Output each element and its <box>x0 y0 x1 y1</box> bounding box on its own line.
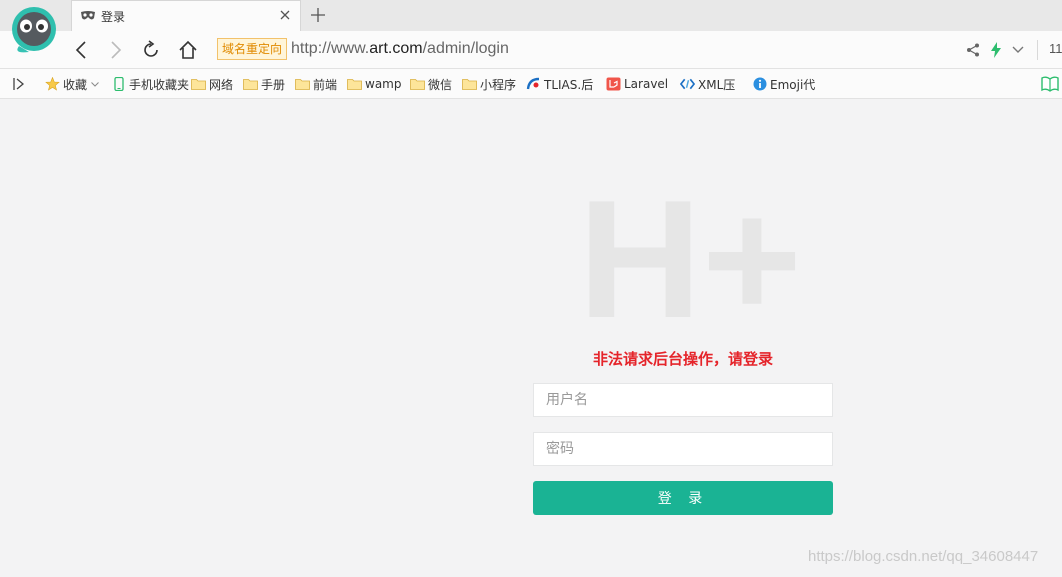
folder-icon <box>243 77 258 91</box>
watermark-text: https://blog.csdn.net/qq_34608447 <box>808 548 1039 565</box>
bookmark-mobile[interactable]: 手机收藏夹 <box>111 75 189 93</box>
new-tab-button[interactable] <box>308 5 328 25</box>
error-message: 非法请求后台操作，请登录 <box>592 350 773 368</box>
star-icon <box>45 77 60 91</box>
folder-icon <box>462 77 477 91</box>
username-input[interactable] <box>533 383 833 417</box>
close-icon[interactable] <box>278 8 292 22</box>
bookmark-xml[interactable]: XML压 <box>680 75 735 93</box>
login-button[interactable]: 登 录 <box>533 481 833 515</box>
bookmark-folder-manual[interactable]: 手册 <box>243 75 285 93</box>
page-content: H+ 非法请求后台操作，请登录 登 录 https://blog.csdn.ne… <box>0 99 1062 577</box>
logo-text: H+ <box>578 197 802 319</box>
folder-icon <box>295 77 310 91</box>
bookmark-folder-wechat[interactable]: 微信 <box>410 75 452 93</box>
info-icon <box>752 77 767 91</box>
mask-icon <box>80 9 96 23</box>
url-host: art.com <box>369 40 423 57</box>
tab-login[interactable]: 登录 <box>71 0 301 31</box>
sidebar-toggle-icon[interactable] <box>12 77 26 91</box>
hplus-logo: H+ <box>578 197 802 319</box>
folder-icon <box>410 77 425 91</box>
phone-icon <box>111 77 126 91</box>
url-prefix: http://www. <box>291 40 370 57</box>
folder-icon <box>347 77 362 91</box>
bookmark-favorites[interactable]: 收藏 <box>45 75 99 93</box>
bookmark-emoji[interactable]: Emoji代 <box>752 75 815 93</box>
navigation-bar: 域名重定向 http://www.art.com/admin/login 11 <box>0 31 1062 69</box>
tab-title: 登录 <box>101 9 126 24</box>
code-icon <box>680 77 695 91</box>
tlias-icon <box>526 77 541 91</box>
bookmarks-bar: 收藏 手机收藏夹 网络 手册 前端 wamp 微信 小程序 TLIAS.后 La… <box>0 69 1062 99</box>
bookmark-laravel[interactable]: Laravel <box>606 75 668 93</box>
bookmark-folder-frontend[interactable]: 前端 <box>295 75 337 93</box>
toolbar-divider <box>1037 40 1038 60</box>
url-path: /admin/login <box>422 40 509 57</box>
bookmark-tlias[interactable]: TLIAS.后 <box>526 75 593 93</box>
chevron-down-icon[interactable] <box>1009 41 1027 59</box>
bookmark-folder-wamp[interactable]: wamp <box>347 75 401 93</box>
reload-icon[interactable] <box>140 39 162 61</box>
browser-logo-icon[interactable] <box>11 6 57 56</box>
back-icon[interactable] <box>70 39 92 61</box>
password-input[interactable] <box>533 432 833 466</box>
reading-list-icon[interactable] <box>1041 76 1059 92</box>
bookmark-folder-network[interactable]: 网络 <box>191 75 233 93</box>
laravel-icon <box>606 77 621 91</box>
folder-icon <box>191 77 206 91</box>
address-url[interactable]: http://www.art.com/admin/login <box>291 39 509 59</box>
redirect-badge[interactable]: 域名重定向 <box>217 38 288 60</box>
tab-strip: 登录 <box>0 0 1062 31</box>
home-icon[interactable] <box>177 39 199 61</box>
toolbar-cutoff-text: 11 <box>1049 41 1062 56</box>
lightning-icon[interactable] <box>987 41 1005 59</box>
forward-icon[interactable] <box>105 39 127 61</box>
bookmark-folder-miniprogram[interactable]: 小程序 <box>462 75 516 93</box>
chevron-down-icon <box>91 81 99 87</box>
share-icon[interactable] <box>964 41 982 59</box>
